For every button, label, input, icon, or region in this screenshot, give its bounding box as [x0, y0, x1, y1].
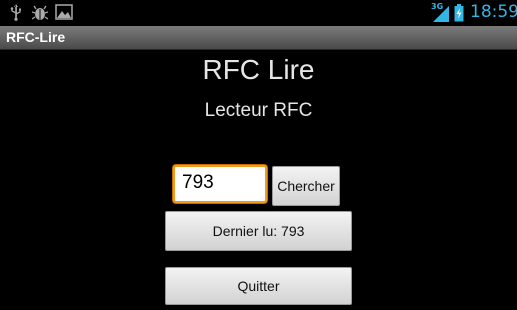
battery-icon	[454, 4, 464, 26]
title-bar: RFC-Lire	[0, 26, 517, 50]
window-title: RFC-Lire	[6, 29, 66, 45]
debug-icon	[31, 4, 49, 26]
status-bar: 3G 18:59	[0, 0, 517, 26]
search-button[interactable]: Chercher	[272, 166, 340, 206]
last-read-button[interactable]: Dernier lu: 793	[165, 211, 352, 251]
quit-button[interactable]: Quitter	[165, 267, 352, 305]
page-title: RFC Lire	[202, 54, 315, 85]
search-input[interactable]: 793	[173, 165, 267, 203]
signal-icon	[433, 6, 449, 26]
gallery-icon	[55, 4, 73, 24]
usb-icon	[9, 4, 23, 25]
page-subtitle: Lecteur RFC	[204, 100, 313, 121]
clock-time: 18:59	[470, 2, 517, 22]
